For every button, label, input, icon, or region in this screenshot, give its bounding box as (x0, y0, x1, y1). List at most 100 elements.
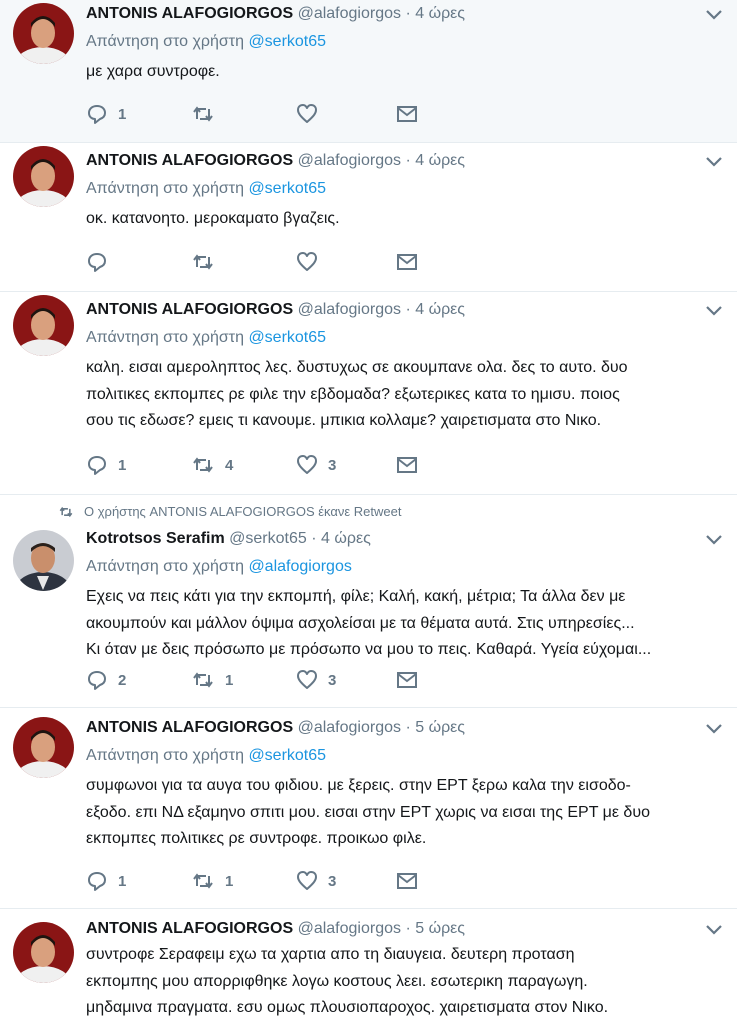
mention-link[interactable]: @alafogiorgos (248, 558, 351, 575)
retweet-context-text[interactable]: Ο χρήστης ANTONIS ALAFOGIORGOS έκανε Ret… (84, 504, 401, 519)
retweet-count: 1 (225, 671, 234, 689)
retweet-button[interactable] (191, 102, 296, 126)
chevron-down-icon[interactable] (705, 723, 723, 735)
separator: · (405, 719, 411, 736)
chevron-down-icon[interactable] (705, 534, 723, 546)
tweet-text-line: εκπομπης μου απορριφθηκε λογω κοστους λε… (86, 972, 588, 990)
avatar[interactable] (13, 530, 74, 591)
separator: · (405, 5, 411, 22)
display-name[interactable]: ANTONIS ALAFOGIORGOS (86, 301, 293, 318)
user-handle[interactable]: @alafogiorgos (298, 719, 401, 736)
chevron-down-icon[interactable] (705, 9, 723, 21)
separator: · (405, 301, 411, 318)
reply-button[interactable]: 1 (86, 453, 191, 477)
avatar[interactable] (13, 146, 74, 207)
mention-link[interactable]: @serkot65 (248, 33, 326, 50)
reply-button[interactable]: 1 (86, 102, 191, 126)
user-handle[interactable]: @alafogiorgos (298, 301, 401, 318)
timestamp[interactable]: 4 ώρες (415, 152, 465, 169)
like-button[interactable]: 3 (296, 869, 396, 893)
direct-message-button[interactable] (396, 668, 418, 692)
mention-link[interactable]: @serkot65 (248, 180, 326, 197)
direct-message-button[interactable] (396, 102, 418, 126)
like-button[interactable] (296, 102, 396, 126)
like-button[interactable] (296, 250, 396, 274)
reply-prefix: Απάντηση στο χρήστη (86, 747, 244, 764)
retweet-button[interactable] (191, 250, 296, 274)
display-name[interactable]: ANTONIS ALAFOGIORGOS (86, 920, 293, 937)
reply-button[interactable]: 2 (86, 668, 191, 692)
retweet-icon (193, 672, 213, 688)
direct-message-button[interactable] (396, 869, 418, 893)
tweet-text-line: Εχεις να πεις κάτι για την εκπομπή, φίλε… (86, 588, 626, 605)
avatar[interactable] (13, 295, 74, 356)
separator: · (405, 152, 411, 169)
tweet-text-line: εκπομπες πολιτικες ρε συντροφε. προικωο … (86, 830, 427, 847)
tweet[interactable]: ANTONIS ALAFOGIORGOS @alafogiorgos · 4 ώ… (0, 292, 737, 495)
tweet[interactable]: ANTONIS ALAFOGIORGOS @alafogiorgos · 5 ώ… (0, 708, 737, 909)
display-name[interactable]: ANTONIS ALAFOGIORGOS (86, 719, 293, 736)
tweet[interactable]: ANTONIS ALAFOGIORGOS @alafogiorgos · 5 ώ… (0, 909, 737, 1024)
tweet-text-line: οκ. κατανοητο. μεροκαματο βγαζεις. (86, 210, 340, 227)
reply-count: 1 (118, 872, 127, 890)
timestamp[interactable]: 4 ώρες (321, 530, 371, 547)
tweet-text: Εχεις να πεις κάτι για την εκπομπή, φίλε… (86, 584, 713, 664)
tweet-text: συμφωνοι για τα αυγα του φιδιου. με ξερε… (86, 773, 713, 853)
tweet[interactable]: ANTONIS ALAFOGIORGOS @alafogiorgos · 4 ώ… (0, 143, 737, 292)
reply-context: Απάντηση στο χρήστη @alafogiorgos (86, 556, 713, 578)
chevron-down-icon[interactable] (705, 305, 723, 317)
reply-context: Απάντηση στο χρήστη @serkot65 (86, 31, 713, 53)
reply-prefix: Απάντηση στο χρήστη (86, 180, 244, 197)
reply-button[interactable] (86, 250, 191, 274)
like-button[interactable]: 3 (296, 453, 396, 477)
tweet-text-line: με χαρα συντροφε. (86, 63, 220, 80)
tweet-text: καλη. εισαι αμεροληπτος λες. δυστυχως σε… (86, 355, 713, 435)
tweet[interactable]: Ο χρήστης ANTONIS ALAFOGIORGOS έκανε Ret… (0, 495, 737, 708)
retweet-button[interactable]: 1 (191, 869, 296, 893)
reply-button[interactable]: 1 (86, 869, 191, 893)
reply-icon (88, 456, 106, 475)
display-name[interactable]: Kotrotsos Serafim (86, 530, 225, 547)
tweet-text-line: σου τις εδωσε? εμεις τι κανουμε. μπικια … (86, 412, 602, 429)
tweet-text: με χαρα συντροφε. (86, 59, 713, 86)
mention-link[interactable]: @serkot65 (248, 329, 326, 346)
tweet-text-line: πολιτικες εκπομπες ρε φιλε την εβδομαδα?… (86, 385, 620, 403)
direct-message-button[interactable] (396, 250, 418, 274)
direct-message-button[interactable] (396, 453, 418, 477)
display-name[interactable]: ANTONIS ALAFOGIORGOS (86, 152, 293, 169)
tweet[interactable]: ANTONIS ALAFOGIORGOS @alafogiorgos · 4 ώ… (0, 0, 737, 143)
retweet-count: 4 (225, 456, 234, 474)
retweet-button[interactable]: 1 (191, 668, 296, 692)
avatar[interactable] (13, 922, 74, 983)
reply-count: 1 (118, 456, 127, 474)
timestamp[interactable]: 4 ώρες (415, 301, 465, 318)
user-handle[interactable]: @alafogiorgos (298, 920, 401, 937)
retweet-context: Ο χρήστης ANTONIS ALAFOGIORGOS έκανε Ret… (58, 504, 401, 519)
user-handle[interactable]: @alafogiorgos (298, 5, 401, 22)
display-name[interactable]: ANTONIS ALAFOGIORGOS (86, 5, 293, 22)
heart-icon (297, 871, 317, 890)
separator: · (311, 530, 317, 547)
chevron-down-icon[interactable] (705, 924, 723, 936)
chevron-down-icon[interactable] (705, 156, 723, 168)
user-handle[interactable]: @serkot65 (229, 530, 307, 547)
retweet-button[interactable]: 4 (191, 453, 296, 477)
reply-context: Απάντηση στο χρήστη @serkot65 (86, 745, 713, 767)
heart-icon (297, 104, 317, 123)
tweet-text-line: καλη. εισαι αμεροληπτος λες. δυστυχως σε… (86, 359, 628, 376)
reply-icon (88, 872, 106, 891)
avatar[interactable] (13, 717, 74, 778)
tweet-text-line: εξοδο. επι ΝΔ εξαμηνο σπιτι μου. εισαι σ… (86, 803, 650, 821)
like-count: 3 (328, 872, 337, 890)
retweet-icon (193, 254, 213, 270)
timestamp[interactable]: 5 ώρες (415, 920, 465, 937)
reply-prefix: Απάντηση στο χρήστη (86, 329, 244, 346)
avatar[interactable] (13, 3, 74, 64)
timestamp[interactable]: 4 ώρες (415, 5, 465, 22)
separator: · (405, 920, 411, 937)
envelope-icon (397, 457, 417, 473)
like-button[interactable]: 3 (296, 668, 396, 692)
timestamp[interactable]: 5 ώρες (415, 719, 465, 736)
user-handle[interactable]: @alafogiorgos (298, 152, 401, 169)
mention-link[interactable]: @serkot65 (248, 747, 326, 764)
